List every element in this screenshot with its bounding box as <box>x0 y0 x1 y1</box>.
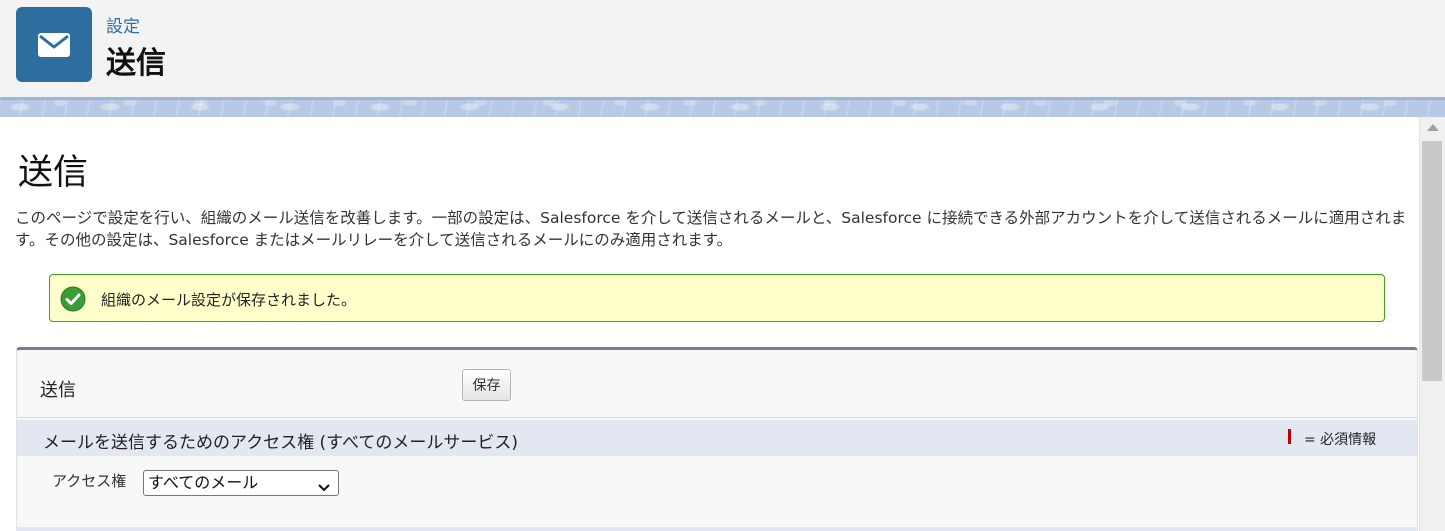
page-title: 送信 <box>18 153 89 193</box>
breadcrumb-setup[interactable]: 設定 <box>106 12 140 37</box>
access-level-value: すべてのメール <box>148 473 259 492</box>
save-button[interactable]: 保存 <box>462 369 511 401</box>
block-title: 送信 <box>40 380 76 401</box>
required-indicator-icon <box>1288 429 1291 444</box>
success-check-icon <box>60 286 86 312</box>
success-message: 組織のメール設定が保存されました。 <box>49 274 1385 322</box>
vertical-scrollbar[interactable] <box>1419 117 1445 531</box>
header-title: 送信 <box>106 46 166 81</box>
next-section-strip <box>16 527 1418 531</box>
block-divider <box>17 417 1417 418</box>
decorative-banner <box>0 97 1445 117</box>
access-level-label: アクセス権 <box>52 472 127 490</box>
scroll-up-icon[interactable] <box>1427 124 1439 131</box>
envelope-icon <box>16 7 92 82</box>
page-description: このページで設定を行い、組織のメール送信を改善します。一部の設定は、Salesf… <box>15 209 1407 249</box>
chevron-down-icon <box>317 477 331 492</box>
send-settings-block: 送信 保存 メールを送信するためのアクセス権 (すべてのメールサービス) = 必… <box>16 347 1418 531</box>
success-message-text: 組織のメール設定が保存されました。 <box>101 291 357 309</box>
section-header: メールを送信するためのアクセス権 (すべてのメールサービス) = 必須情報 <box>17 420 1417 456</box>
required-legend: = 必須情報 <box>1304 432 1377 448</box>
access-level-select[interactable]: すべてのメール <box>143 470 339 496</box>
scrollbar-thumb[interactable] <box>1422 141 1442 381</box>
main-content: 送信 このページで設定を行い、組織のメール送信を改善します。一部の設定は、Sal… <box>0 117 1419 531</box>
page-header: 設定 送信 <box>0 0 1445 97</box>
section-title: メールを送信するためのアクセス権 (すべてのメールサービス) <box>43 433 518 453</box>
